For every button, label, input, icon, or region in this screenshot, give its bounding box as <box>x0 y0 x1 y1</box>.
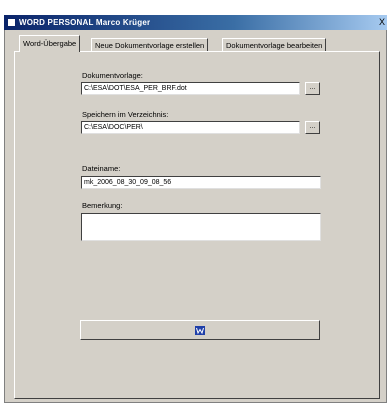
template-field[interactable]: C:\ESA\DOT\ESA_PER_BRF.dot <box>81 82 300 95</box>
app-icon[interactable] <box>7 18 16 27</box>
window-title: WORD PERSONAL Marco Krüger <box>19 18 151 27</box>
template-browse-button[interactable]: ... <box>305 82 320 95</box>
title-bar[interactable]: WORD PERSONAL Marco Krüger X <box>4 15 387 30</box>
tab-dokumentvorlage-bearbeiten[interactable]: Dokumentvorlage bearbeiten <box>222 38 327 51</box>
filename-field[interactable]: mk_2006_08_30_09_08_56 <box>81 176 321 189</box>
close-button[interactable]: X <box>379 15 385 30</box>
filename-label: Dateiname: <box>82 164 121 173</box>
tab-word-uebergabe[interactable]: Word-Übergabe <box>19 35 81 52</box>
save-dir-label: Speichern im Verzeichnis: <box>82 110 169 119</box>
template-label: Dokumentvorlage: <box>82 71 143 80</box>
save-dir-field[interactable]: C:\ESA\DOC\PER\ <box>81 121 300 134</box>
save-dir-browse-button[interactable]: ... <box>305 121 320 134</box>
transfer-to-word-button[interactable] <box>80 320 320 340</box>
tab-neue-dokumentvorlage[interactable]: Neue Dokumentvorlage erstellen <box>91 38 209 51</box>
word-icon <box>195 325 205 335</box>
remark-label: Bemerkung: <box>82 201 123 210</box>
remark-field[interactable] <box>81 213 321 241</box>
